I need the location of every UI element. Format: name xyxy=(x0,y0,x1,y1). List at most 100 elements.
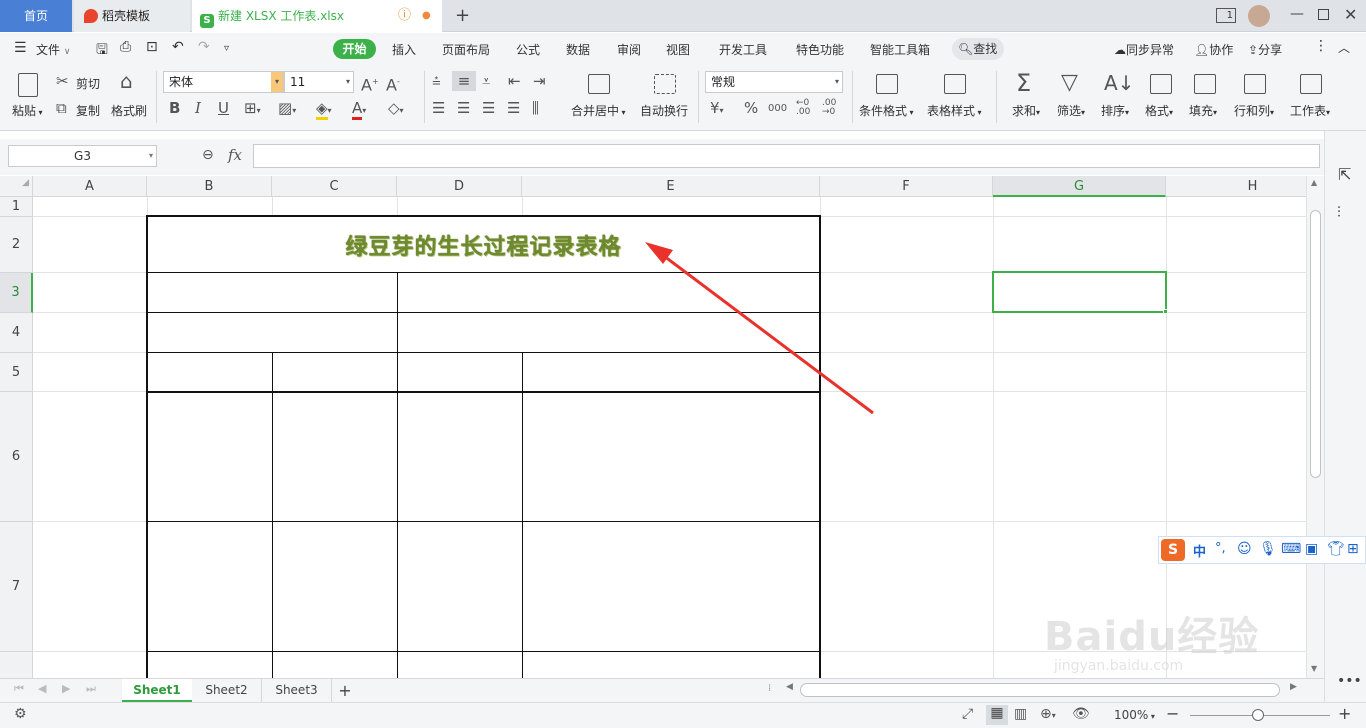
fill-color-icon[interactable]: ◈▾ xyxy=(316,99,332,120)
clear-format-icon[interactable]: ◇▾ xyxy=(388,100,404,119)
sum-button[interactable]: 求和▾ xyxy=(1012,102,1040,119)
conditional-format-button[interactable]: 条件格式 ▾ xyxy=(859,102,914,119)
format-painter-button[interactable]: 格式刷 xyxy=(111,102,147,119)
spreadsheet-grid[interactable]: ◢ A B C D E F G H 1 2 3 4 5 6 7 绿豆芽的生长过程… xyxy=(0,176,1306,678)
font-size-select[interactable]: 11 ▾ xyxy=(284,71,354,93)
underline-button[interactable]: U xyxy=(218,100,229,116)
vertical-scroll-thumb[interactable] xyxy=(1310,210,1321,478)
scroll-down-icon[interactable]: ▼ xyxy=(1311,664,1317,673)
cut-button[interactable]: 剪切 xyxy=(76,75,100,92)
horizontal-scroll-thumb[interactable] xyxy=(800,683,1280,697)
sheet-tab-3[interactable]: Sheet3 xyxy=(262,679,332,702)
redo-icon[interactable]: ↷ xyxy=(198,39,210,55)
page-break-view-icon[interactable]: ⊕▾ xyxy=(1040,706,1056,722)
sheet-nav-prev-icon[interactable]: ◀ xyxy=(38,682,46,695)
sheet-tab-1[interactable]: Sheet1 xyxy=(122,679,192,702)
copy-button[interactable]: 复制 xyxy=(76,102,100,119)
sum-icon[interactable]: Σ xyxy=(1016,71,1031,95)
italic-button[interactable]: I xyxy=(195,100,201,116)
menu-view[interactable]: 视图 xyxy=(666,41,690,58)
copy-icon[interactable]: ⧉ xyxy=(56,100,67,116)
fullscreen-icon[interactable]: ⤢ xyxy=(962,706,973,722)
menu-smart-toolbox[interactable]: 智能工具箱 xyxy=(870,41,930,58)
menu-page-layout[interactable]: 页面布局 xyxy=(442,41,490,58)
table-style-icon[interactable] xyxy=(944,74,966,94)
align-left-icon[interactable]: ☰ xyxy=(432,100,445,116)
scroll-right-icon[interactable]: ▶ xyxy=(1290,682,1297,692)
tab-home[interactable]: 首页 xyxy=(0,0,72,32)
wrap-text-button[interactable]: 自动换行 xyxy=(640,102,688,119)
tab-file[interactable]: S 新建 XLSX 工作表.xlsx ⓘ ● xyxy=(192,0,442,32)
currency-button[interactable]: ¥▾ xyxy=(710,100,724,119)
worksheet-icon[interactable] xyxy=(1300,74,1322,94)
format-icon[interactable] xyxy=(1150,74,1172,94)
rows-cols-button[interactable]: 行和列▾ xyxy=(1234,102,1274,119)
save-icon[interactable]: 🖫 xyxy=(96,39,108,63)
font-name-select[interactable]: 宋体 ▾ xyxy=(163,71,284,93)
menu-data[interactable]: 数据 xyxy=(566,41,590,58)
menu-developer[interactable]: 开发工具 xyxy=(719,41,767,58)
worksheet-button[interactable]: 工作表▾ xyxy=(1290,102,1330,119)
thousands-separator-button[interactable]: 000 xyxy=(768,101,787,117)
keyboard-icon[interactable]: ⌨ xyxy=(1281,541,1301,557)
number-format-select[interactable]: 常规 ▾ xyxy=(705,71,843,93)
sogou-logo-icon[interactable]: S xyxy=(1161,539,1185,561)
search-button[interactable]: 🔍︎查找 xyxy=(952,38,1004,60)
punctuation-icon[interactable]: °, xyxy=(1215,541,1226,556)
menu-review[interactable]: 审阅 xyxy=(617,41,641,58)
menu-formula[interactable]: 公式 xyxy=(516,41,540,58)
align-top-icon[interactable]: ⩮ xyxy=(432,73,441,89)
bold-button[interactable]: B xyxy=(169,100,180,116)
rows-cols-icon[interactable] xyxy=(1244,74,1266,94)
distribute-icon[interactable]: ⫼ xyxy=(532,100,539,116)
ime-toolbar[interactable]: S 中 °, ☺ 🎙︎ ⌨ ▣ 👕︎ ⊞ xyxy=(1158,536,1366,564)
percent-button[interactable]: % xyxy=(744,100,758,116)
zoom-slider-thumb[interactable] xyxy=(1252,709,1264,721)
scroll-left-icon[interactable]: ◀ xyxy=(786,682,793,692)
zoom-level-select[interactable]: 100% ▾ xyxy=(1114,708,1155,722)
font-color-icon[interactable]: A▾ xyxy=(352,99,366,120)
align-middle-icon[interactable]: ≡ xyxy=(452,71,476,91)
collab-button[interactable]: 👤︎协作 xyxy=(1194,41,1233,58)
menu-features[interactable]: 特色功能 xyxy=(796,41,844,58)
indent-increase-icon[interactable]: ⇥ xyxy=(533,73,546,89)
ime-lang-toggle[interactable]: 中 xyxy=(1193,541,1206,560)
toolbox-icon[interactable]: ▣ xyxy=(1305,541,1318,557)
menu-insert[interactable]: 插入 xyxy=(392,41,416,58)
fill-icon[interactable] xyxy=(1194,74,1216,94)
emoji-icon[interactable]: ☺ xyxy=(1237,541,1252,557)
tab-template[interactable]: 稻壳模板 xyxy=(74,0,190,32)
quick-access-more-icon[interactable]: ▿ xyxy=(224,43,229,54)
format-painter-icon[interactable]: ⌂ xyxy=(120,71,133,91)
skin-icon[interactable]: 👕︎ xyxy=(1327,541,1345,557)
filter-icon[interactable]: ▽ xyxy=(1061,71,1078,95)
minimize-icon[interactable]: — xyxy=(1290,6,1304,22)
wrap-text-icon[interactable] xyxy=(654,74,676,94)
undo-icon[interactable]: ↶ xyxy=(172,39,184,55)
increase-decimal-icon[interactable]: ←0.00 xyxy=(796,99,810,117)
align-bottom-icon[interactable]: ⩡ xyxy=(482,73,490,89)
sheet-nav-first-icon[interactable]: ⏮ xyxy=(14,682,24,696)
more-vertical-icon[interactable]: ⋮ xyxy=(1314,38,1328,54)
justify-icon[interactable]: ☰ xyxy=(507,100,520,116)
menu-start[interactable]: 开始 xyxy=(333,39,376,59)
sheet-tab-2[interactable]: Sheet2 xyxy=(192,679,262,702)
conditional-format-icon[interactable] xyxy=(876,74,898,94)
page-layout-view-icon[interactable]: ▥ xyxy=(1014,706,1027,722)
formula-input[interactable] xyxy=(253,144,1320,168)
name-box[interactable]: G3 ▾ xyxy=(8,145,157,167)
restore-icon[interactable] xyxy=(1318,9,1329,20)
warning-icon[interactable]: ⓘ xyxy=(398,0,411,32)
zoom-in-button[interactable]: + xyxy=(1338,704,1351,723)
select-cursor-icon[interactable]: ⇱ xyxy=(1338,165,1351,184)
table-style-button[interactable]: 表格样式 ▾ xyxy=(927,102,982,119)
window-count-badge[interactable]: 1 xyxy=(1216,8,1236,23)
close-icon[interactable]: ✕ xyxy=(1344,5,1357,24)
sync-status[interactable]: ☁同步异常 xyxy=(1114,41,1174,58)
hamburger-icon[interactable]: ☰ xyxy=(14,40,27,56)
print-preview-icon[interactable]: ⎙ xyxy=(120,39,131,55)
cut-icon[interactable]: ✂ xyxy=(56,73,69,89)
fill-pattern-icon[interactable]: ▨▾ xyxy=(278,100,296,119)
share-button[interactable]: ⇪分享 xyxy=(1248,41,1282,58)
microphone-icon[interactable]: 🎙︎ xyxy=(1259,541,1277,557)
